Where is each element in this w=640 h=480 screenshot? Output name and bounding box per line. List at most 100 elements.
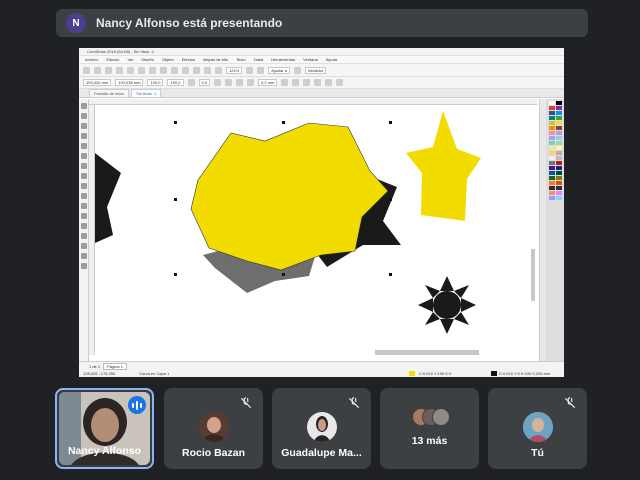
palette-swatch[interactable]	[549, 151, 555, 155]
scale-y-field[interactable]: 100,0	[167, 79, 184, 86]
palette-swatch[interactable]	[556, 101, 562, 105]
gear-icon[interactable]	[294, 66, 302, 74]
palette-swatch[interactable]	[549, 116, 555, 120]
palette-swatch[interactable]	[549, 186, 555, 190]
palette-swatch[interactable]	[556, 181, 562, 185]
line-style-icon[interactable]	[281, 79, 289, 86]
palette-swatch[interactable]	[556, 161, 562, 165]
object-width-field[interactable]: 153,426 mm	[83, 79, 112, 86]
drop-shadow-icon[interactable]	[81, 223, 87, 229]
menu-item[interactable]: Ver	[127, 56, 133, 63]
snap-dropdown[interactable]: Ajustar a	[268, 66, 291, 74]
menu-item[interactable]: Ventana	[303, 56, 318, 63]
mirror-v-icon[interactable]	[225, 79, 233, 86]
shape-tool-icon[interactable]	[81, 113, 87, 119]
palette-swatch[interactable]	[556, 131, 562, 135]
palette-swatch[interactable]	[549, 156, 555, 160]
palette-swatch[interactable]	[549, 101, 555, 105]
pick-tool-icon[interactable]	[81, 103, 87, 109]
new-icon[interactable]	[83, 66, 90, 74]
palette-swatch[interactable]	[549, 196, 555, 200]
page-tab[interactable]: Página 1	[103, 362, 127, 370]
rulers-icon[interactable]	[257, 66, 265, 74]
page-nav-count[interactable]: 1 de 1	[89, 364, 100, 369]
menu-item[interactable]: Edición	[106, 56, 119, 63]
palette-swatch[interactable]	[549, 171, 555, 175]
palette-swatch[interactable]	[549, 131, 555, 135]
import-icon[interactable]	[193, 66, 200, 74]
open-icon[interactable]	[94, 66, 101, 74]
close-curve-icon[interactable]	[325, 79, 333, 86]
save-icon[interactable]	[105, 66, 112, 74]
palette-swatch[interactable]	[556, 106, 562, 110]
palette-swatch[interactable]	[549, 181, 555, 185]
palette-swatch[interactable]	[549, 166, 555, 170]
menu-item[interactable]: Ayuda	[326, 56, 337, 63]
shared-screen[interactable]: CorelDraw 2018 (64-Bit) - Sin título -1 …	[79, 48, 564, 377]
yellow-star-small[interactable]	[406, 111, 481, 221]
palette-swatch[interactable]	[556, 141, 562, 145]
scale-x-field[interactable]: 100,0	[147, 79, 164, 86]
palette-swatch[interactable]	[556, 136, 562, 140]
palette-swatch[interactable]	[556, 151, 562, 155]
cut-icon[interactable]	[127, 66, 134, 74]
palette-swatch[interactable]	[549, 141, 555, 145]
curve-icon[interactable]	[247, 79, 255, 86]
menu-item[interactable]: Herramientas	[271, 56, 295, 63]
pdf-icon[interactable]	[215, 66, 222, 74]
participant-tile-group[interactable]: 13 más	[380, 388, 479, 469]
crop-tool-icon[interactable]	[81, 123, 87, 129]
tab-home[interactable]: Pantalla de inicio	[89, 89, 130, 97]
palette-swatch[interactable]	[556, 156, 562, 160]
participant-tile[interactable]: Rocio Bazan	[164, 388, 263, 469]
docker-panel-tabs[interactable]	[539, 99, 546, 361]
participant-tile-presenter[interactable]: Nancy Alfonso	[55, 388, 154, 469]
menu-item[interactable]: Efectos	[182, 56, 195, 63]
parallel-dimension-icon[interactable]	[81, 203, 87, 209]
object-height-field[interactable]: 104,038 mm	[115, 79, 144, 86]
freehand-tool-icon[interactable]	[81, 143, 87, 149]
search-icon[interactable]	[182, 66, 189, 74]
palette-swatch[interactable]	[549, 136, 555, 140]
participant-tile-self[interactable]: Tú	[488, 388, 587, 469]
arrow-start-icon[interactable]	[292, 79, 300, 86]
palette-swatch[interactable]	[549, 126, 555, 130]
fill-color-swatch[interactable]	[409, 371, 415, 376]
connector-tool-icon[interactable]	[81, 213, 87, 219]
copy-icon[interactable]	[138, 66, 145, 74]
wrap-icon[interactable]	[314, 79, 322, 86]
palette-swatch[interactable]	[556, 146, 562, 150]
palette-swatch[interactable]	[556, 186, 562, 190]
outline-width-field[interactable]: 0,2 mm	[258, 79, 278, 86]
color-palette[interactable]	[546, 99, 564, 361]
palette-swatch[interactable]	[549, 111, 555, 115]
palette-swatch[interactable]	[549, 191, 555, 195]
node-icon[interactable]	[236, 79, 244, 86]
yellow-star-large[interactable]	[190, 122, 389, 271]
tab-document[interactable]: Sin título -1	[131, 89, 162, 97]
palette-swatch[interactable]	[549, 146, 555, 150]
redo-icon[interactable]	[171, 66, 178, 74]
menu-item[interactable]: Tabla	[254, 56, 264, 63]
text-tool-icon[interactable]	[81, 193, 87, 199]
print-icon[interactable]	[116, 66, 123, 74]
interactive-fill-icon[interactable]	[81, 253, 87, 259]
palette-swatch[interactable]	[556, 191, 562, 195]
export-icon[interactable]	[204, 66, 211, 74]
rotation-field[interactable]: 0,0	[198, 79, 211, 86]
vertical-scrollbar[interactable]	[531, 249, 535, 301]
palette-swatch[interactable]	[549, 121, 555, 125]
artistic-media-icon[interactable]	[81, 153, 87, 159]
palette-swatch[interactable]	[549, 161, 555, 165]
undo-icon[interactable]	[160, 66, 167, 74]
palette-swatch[interactable]	[556, 166, 562, 170]
palette-swatch[interactable]	[549, 106, 555, 110]
palette-swatch[interactable]	[556, 196, 562, 200]
menu-item[interactable]: Mapas de bits	[203, 56, 228, 63]
ellipse-tool-icon[interactable]	[81, 173, 87, 179]
menu-item[interactable]: Texto	[236, 56, 246, 63]
lock-ratio-icon[interactable]	[187, 79, 195, 86]
rectangle-tool-icon[interactable]	[81, 163, 87, 169]
palette-swatch[interactable]	[549, 176, 555, 180]
eyedropper-icon[interactable]	[81, 243, 87, 249]
